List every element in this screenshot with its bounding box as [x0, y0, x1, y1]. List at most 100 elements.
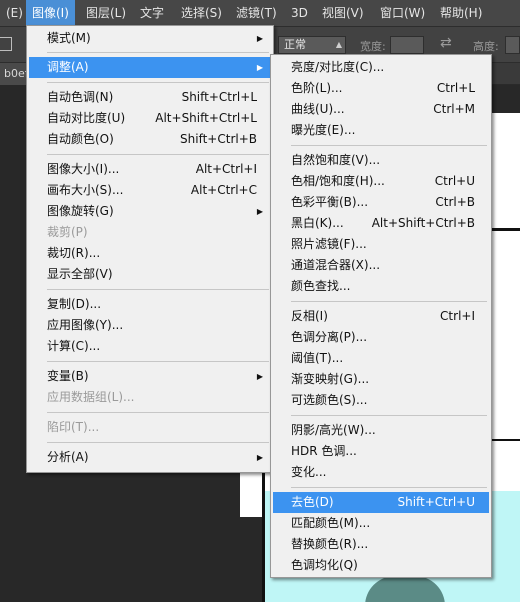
- menu-image[interactable]: 图像(I): [26, 0, 75, 27]
- menu-item-photo-filter[interactable]: 照片滤镜(F)...: [273, 234, 489, 255]
- menu-item-shortcut: Alt+Ctrl+C: [190, 183, 257, 197]
- menu-item-label: 计算(C)...: [47, 339, 101, 353]
- menu-item-shortcut: Shift+Ctrl+L: [181, 90, 257, 104]
- menu-item-color-lookup[interactable]: 颜色查找...: [273, 276, 489, 297]
- menu-item-label: 裁切(R)...: [47, 246, 101, 260]
- menu-item-auto-contrast[interactable]: 自动对比度(U) Alt+Shift+Ctrl+L: [29, 108, 271, 129]
- menu-item-match-color[interactable]: 匹配颜色(M)...: [273, 513, 489, 534]
- menu-item-apply-image[interactable]: 应用图像(Y)...: [29, 315, 271, 336]
- menu-item-label: 自然饱和度(V)...: [291, 153, 381, 167]
- submenu-arrow-icon: ▶: [256, 34, 263, 43]
- menu-item-brightness-contrast[interactable]: 亮度/对比度(C)...: [273, 57, 489, 78]
- menu-item-shadows-highlights[interactable]: 阴影/高光(W)...: [273, 420, 489, 441]
- image-menu: 模式(M) ▶ 调整(A) ▶ 自动色调(N) Shift+Ctrl+L 自动对…: [26, 25, 274, 473]
- height-field[interactable]: [505, 36, 520, 54]
- tool-preset-icon[interactable]: [0, 37, 12, 51]
- menu-edit[interactable]: (E): [0, 0, 29, 27]
- menu-item-desaturate[interactable]: 去色(D) Shift+Ctrl+U: [273, 492, 489, 513]
- menu-item-label: 裁剪(P): [47, 225, 88, 239]
- style-mode-select[interactable]: 正常 ▲: [278, 36, 346, 54]
- menu-item-shortcut: Shift+Ctrl+U: [397, 495, 475, 509]
- menu-item-replace-color[interactable]: 替换颜色(R)...: [273, 534, 489, 555]
- menu-item-label: 复制(D)...: [47, 297, 102, 311]
- menu-separator: [291, 301, 487, 302]
- menu-item-auto-tone[interactable]: 自动色调(N) Shift+Ctrl+L: [29, 87, 271, 108]
- menu-item-label: 画布大小(S)...: [47, 183, 124, 197]
- menu-item-adjust[interactable]: 调整(A) ▶: [29, 57, 271, 78]
- menu-item-posterize[interactable]: 色调分离(P)...: [273, 327, 489, 348]
- submenu-arrow-icon: ▶: [256, 453, 263, 462]
- menu-layer[interactable]: 图层(L): [80, 0, 132, 27]
- menu-item-equalize[interactable]: 色调均化(Q): [273, 555, 489, 576]
- menu-window[interactable]: 窗口(W): [374, 0, 431, 27]
- menu-item-invert[interactable]: 反相(I) Ctrl+I: [273, 306, 489, 327]
- menu-item-image-size[interactable]: 图像大小(I)... Alt+Ctrl+I: [29, 159, 271, 180]
- menu-separator: [47, 52, 269, 53]
- menu-item-curves[interactable]: 曲线(U)... Ctrl+M: [273, 99, 489, 120]
- menu-item-channel-mixer[interactable]: 通道混合器(X)...: [273, 255, 489, 276]
- menu-item-duplicate[interactable]: 复制(D)...: [29, 294, 271, 315]
- menu-item-label: 自动色调(N): [47, 90, 114, 104]
- menu-item-variations[interactable]: 变化...: [273, 462, 489, 483]
- menu-item-label: 分析(A): [47, 450, 89, 464]
- height-label: 高度:: [473, 40, 499, 53]
- menu-item-label: 色相/饱和度(H)...: [291, 174, 385, 188]
- menu-select[interactable]: 选择(S): [175, 0, 228, 27]
- menu-item-selective-color[interactable]: 可选颜色(S)...: [273, 390, 489, 411]
- menu-item-label: 去色(D): [291, 495, 334, 509]
- menu-separator: [291, 145, 487, 146]
- menu-item-label: 变量(B): [47, 369, 89, 383]
- menu-separator: [47, 154, 269, 155]
- menu-item-image-rotation[interactable]: 图像旋转(G) ▶: [29, 201, 271, 222]
- menu-view[interactable]: 视图(V): [316, 0, 370, 27]
- menu-filter[interactable]: 滤镜(T): [230, 0, 283, 27]
- menu-item-auto-color[interactable]: 自动颜色(O) Shift+Ctrl+B: [29, 129, 271, 150]
- menu-3d[interactable]: 3D: [285, 0, 314, 27]
- menu-item-label: 色调均化(Q): [291, 558, 358, 572]
- menu-item-label: 调整(A): [47, 60, 89, 74]
- menu-item-label: 应用图像(Y)...: [47, 318, 124, 332]
- menu-item-color-balance[interactable]: 色彩平衡(B)... Ctrl+B: [273, 192, 489, 213]
- select-arrows-icon: ▲: [335, 40, 342, 49]
- menu-item-label: 通道混合器(X)...: [291, 258, 381, 272]
- menu-item-label: HDR 色调...: [291, 444, 357, 458]
- menu-item-label: 变化...: [291, 465, 327, 479]
- menu-item-label: 自动对比度(U): [47, 111, 126, 125]
- menu-item-label: 颜色查找...: [291, 279, 351, 293]
- menu-item-label: 亮度/对比度(C)...: [291, 60, 385, 74]
- menu-item-analysis[interactable]: 分析(A) ▶: [29, 447, 271, 468]
- menu-item-hue-saturation[interactable]: 色相/饱和度(H)... Ctrl+U: [273, 171, 489, 192]
- menu-separator: [47, 289, 269, 290]
- menu-item-label: 色彩平衡(B)...: [291, 195, 369, 209]
- menu-item-crop: 裁剪(P): [29, 222, 271, 243]
- menu-item-label: 应用数据组(L)...: [47, 390, 135, 404]
- menu-item-label: 黑白(K)...: [291, 216, 344, 230]
- menu-item-reveal-all[interactable]: 显示全部(V): [29, 264, 271, 285]
- menu-item-label: 可选颜色(S)...: [291, 393, 368, 407]
- menu-item-shortcut: Shift+Ctrl+B: [180, 132, 257, 146]
- menu-item-shortcut: Ctrl+U: [434, 174, 475, 188]
- menu-separator: [291, 415, 487, 416]
- menu-type[interactable]: 文字: [134, 0, 170, 27]
- menu-item-canvas-size[interactable]: 画布大小(S)... Alt+Ctrl+C: [29, 180, 271, 201]
- width-field[interactable]: [390, 36, 424, 54]
- adjustments-submenu: 亮度/对比度(C)... 色阶(L)... Ctrl+L 曲线(U)... Ct…: [270, 54, 492, 578]
- menu-item-vibrance[interactable]: 自然饱和度(V)...: [273, 150, 489, 171]
- menu-help[interactable]: 帮助(H): [434, 0, 488, 27]
- menu-item-gradient-map[interactable]: 渐变映射(G)...: [273, 369, 489, 390]
- menu-item-levels[interactable]: 色阶(L)... Ctrl+L: [273, 78, 489, 99]
- menu-item-exposure[interactable]: 曝光度(E)...: [273, 120, 489, 141]
- menu-item-label: 反相(I): [291, 309, 328, 323]
- menu-item-variables[interactable]: 变量(B) ▶: [29, 366, 271, 387]
- menu-item-black-white[interactable]: 黑白(K)... Alt+Shift+Ctrl+B: [273, 213, 489, 234]
- menu-item-label: 显示全部(V): [47, 267, 113, 281]
- menu-item-hdr-toning[interactable]: HDR 色调...: [273, 441, 489, 462]
- menu-item-mode[interactable]: 模式(M) ▶: [29, 28, 271, 49]
- menu-item-calculations[interactable]: 计算(C)...: [29, 336, 271, 357]
- menu-item-label: 阴影/高光(W)...: [291, 423, 376, 437]
- menu-item-shortcut: Alt+Shift+Ctrl+B: [371, 216, 475, 230]
- menu-item-trim[interactable]: 裁切(R)...: [29, 243, 271, 264]
- swap-arrows-icon[interactable]: ⇄: [440, 35, 452, 51]
- menu-item-threshold[interactable]: 阈值(T)...: [273, 348, 489, 369]
- menu-item-label: 色调分离(P)...: [291, 330, 368, 344]
